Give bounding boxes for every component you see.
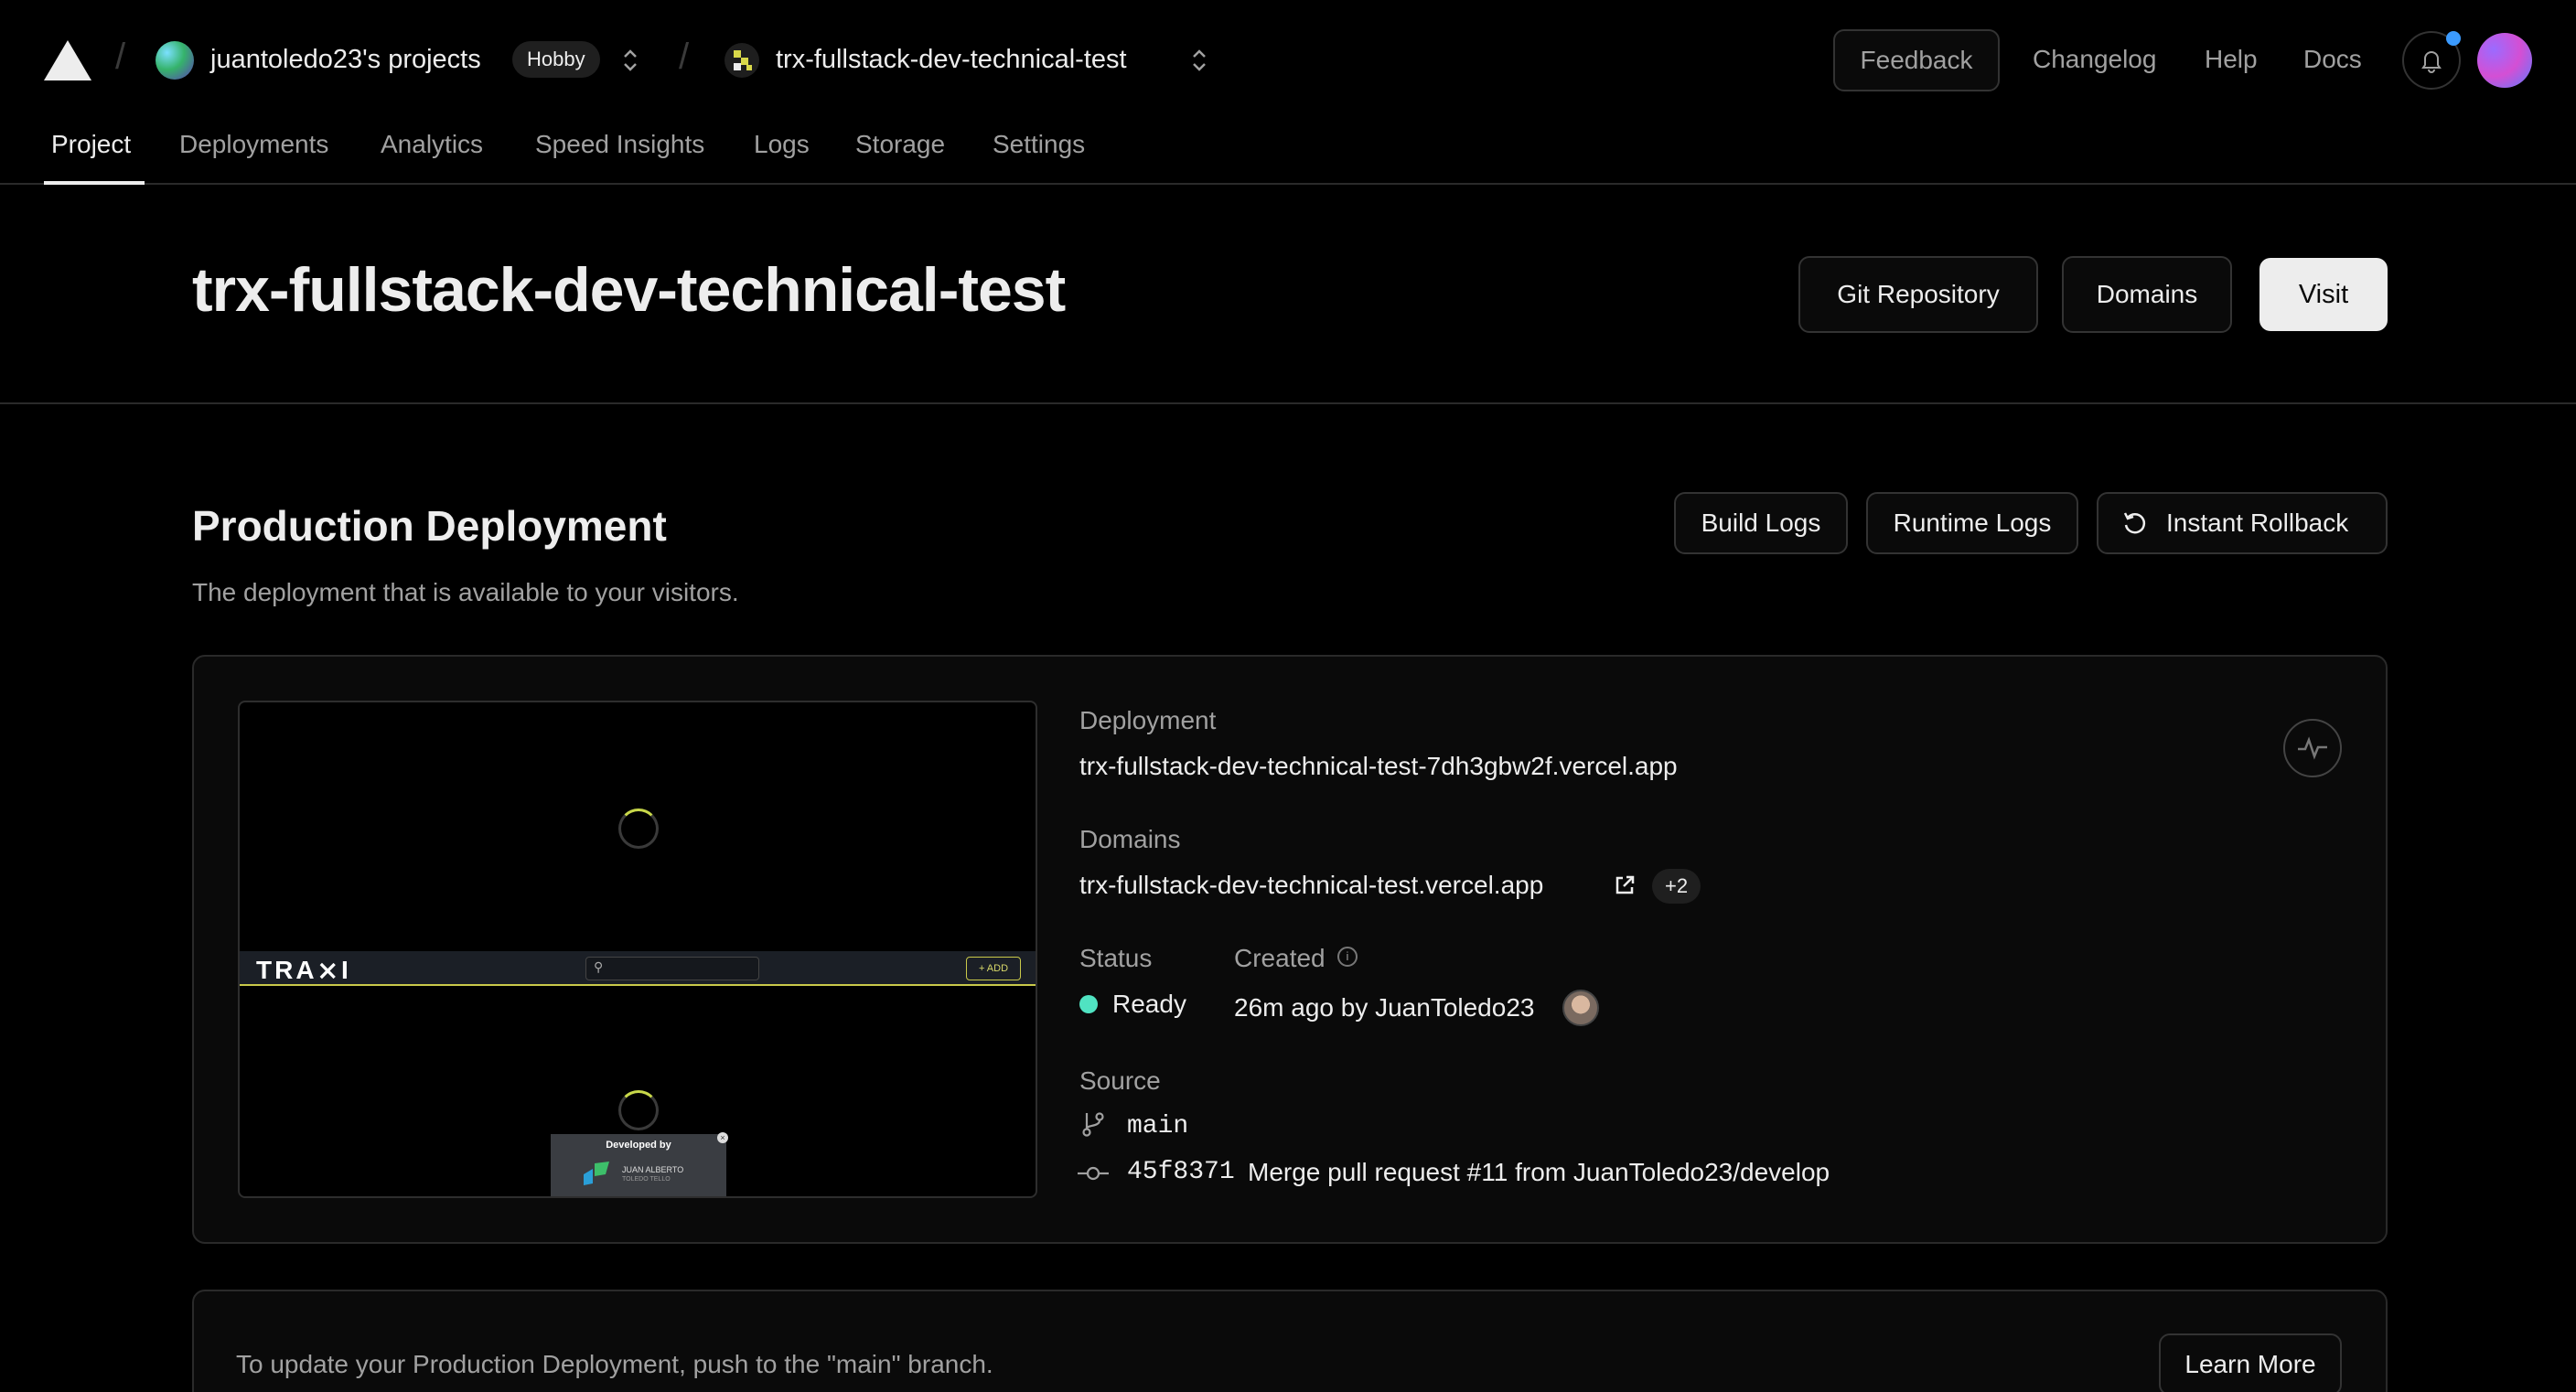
vercel-logo-icon[interactable]	[44, 40, 91, 80]
preview-dev-surname: TOLEDO TELLO	[622, 1176, 671, 1183]
plan-badge: Hobby	[512, 41, 600, 78]
instant-rollback-label: Instant Rollback	[2166, 509, 2349, 537]
top-row: / juantoledo23's projects Hobby / trx-fu…	[0, 0, 2576, 121]
branch-name[interactable]: main	[1127, 1112, 1188, 1140]
project-name[interactable]: trx-fullstack-dev-technical-test	[776, 45, 1127, 75]
runtime-logs-button[interactable]: Runtime Logs	[1866, 492, 2078, 554]
close-icon: ×	[717, 1132, 728, 1143]
build-logs-button[interactable]: Build Logs	[1674, 492, 1848, 554]
branch-icon	[1082, 1112, 1104, 1137]
team-name[interactable]: juantoledo23's projects	[210, 45, 481, 75]
preview-search: ⚲	[585, 957, 759, 980]
developer-logo-icon	[584, 1162, 609, 1185]
bell-icon	[2421, 51, 2442, 73]
loading-spinner-icon	[618, 808, 659, 849]
help-link[interactable]: Help	[2205, 45, 2258, 74]
info-icon[interactable]: i	[1337, 947, 1358, 967]
chevron-updown-icon[interactable]	[620, 40, 640, 80]
created-value: 26m ago by JuanToledo23	[1234, 993, 1535, 1022]
domain-link[interactable]: trx-fullstack-dev-technical-test.vercel.…	[1079, 871, 1543, 900]
preview-developed-by: Developed by	[606, 1140, 671, 1151]
breadcrumb-separator: /	[679, 37, 690, 77]
project-tabs: Project Deployments Analytics Speed Insi…	[0, 121, 2576, 185]
creator-avatar[interactable]	[1562, 990, 1599, 1026]
tab-analytics[interactable]: Analytics	[381, 130, 483, 159]
commit-hash[interactable]: 45f8371	[1127, 1158, 1235, 1186]
notification-dot	[2446, 31, 2461, 46]
instant-rollback-button[interactable]: Instant Rollback	[2097, 492, 2388, 554]
tab-project[interactable]: Project	[51, 130, 131, 159]
changelog-link[interactable]: Changelog	[2033, 45, 2156, 74]
feedback-button[interactable]: Feedback	[1833, 29, 2000, 91]
docs-link[interactable]: Docs	[2303, 45, 2362, 74]
loading-spinner-icon	[618, 1090, 659, 1130]
preview-add-button: + ADD	[966, 957, 1021, 980]
domains-button[interactable]: Domains	[2062, 256, 2232, 333]
status-value: Ready	[1112, 990, 1186, 1018]
chevron-updown-icon[interactable]	[1189, 40, 1209, 80]
tab-deployments[interactable]: Deployments	[179, 130, 328, 159]
search-icon: ⚲	[594, 959, 604, 974]
git-repository-button[interactable]: Git Repository	[1798, 256, 2038, 333]
section-subtitle: The deployment that is available to your…	[192, 578, 739, 606]
deployment-preview[interactable]: TRA⨯I ⚲ + ADD Developed by JUAN ALBERTO …	[238, 701, 1037, 1198]
visit-button[interactable]: Visit	[2259, 258, 2388, 331]
top-navigation: / juantoledo23's projects Hobby / trx-fu…	[0, 0, 2576, 185]
commit-message[interactable]: Merge pull request #11 from JuanToledo23…	[1248, 1158, 1830, 1187]
active-tab-indicator	[44, 181, 145, 185]
learn-more-button[interactable]: Learn More	[2159, 1333, 2342, 1392]
preview-developer-badge: Developed by JUAN ALBERTO TOLEDO TELLO	[551, 1134, 726, 1196]
team-avatar[interactable]	[156, 41, 194, 80]
tab-storage[interactable]: Storage	[855, 130, 945, 159]
breadcrumb-separator: /	[115, 37, 126, 77]
source-label: Source	[1079, 1066, 1161, 1095]
domains-label: Domains	[1079, 825, 1181, 853]
page-title: trx-fullstack-dev-technical-test	[192, 255, 1066, 325]
extra-domains-badge[interactable]: +2	[1652, 869, 1701, 904]
preview-app-bar: TRA⨯I ⚲ + ADD	[240, 951, 1036, 986]
tab-logs[interactable]: Logs	[754, 130, 810, 159]
project-icon[interactable]	[724, 43, 759, 78]
status-ready-indicator	[1079, 995, 1098, 1013]
deployment-url[interactable]: trx-fullstack-dev-technical-test-7dh3gbw…	[1079, 752, 1678, 781]
rollback-icon	[2123, 512, 2146, 534]
tab-speed-insights[interactable]: Speed Insights	[535, 130, 704, 159]
section-title: Production Deployment	[192, 502, 667, 550]
update-info-text: To update your Production Deployment, pu…	[236, 1350, 993, 1378]
commit-icon	[1078, 1166, 1109, 1181]
activity-button[interactable]	[2283, 719, 2342, 777]
created-label: Created	[1234, 944, 1326, 972]
tab-settings[interactable]: Settings	[993, 130, 1085, 159]
user-avatar[interactable]	[2477, 33, 2532, 88]
activity-icon	[2298, 736, 2327, 760]
status-label: Status	[1079, 944, 1153, 972]
external-link-icon[interactable]	[1612, 873, 1637, 898]
deployment-label: Deployment	[1079, 706, 1217, 734]
preview-dev-name: JUAN ALBERTO	[622, 1165, 684, 1174]
preview-app-logo: TRA⨯I	[256, 956, 351, 984]
